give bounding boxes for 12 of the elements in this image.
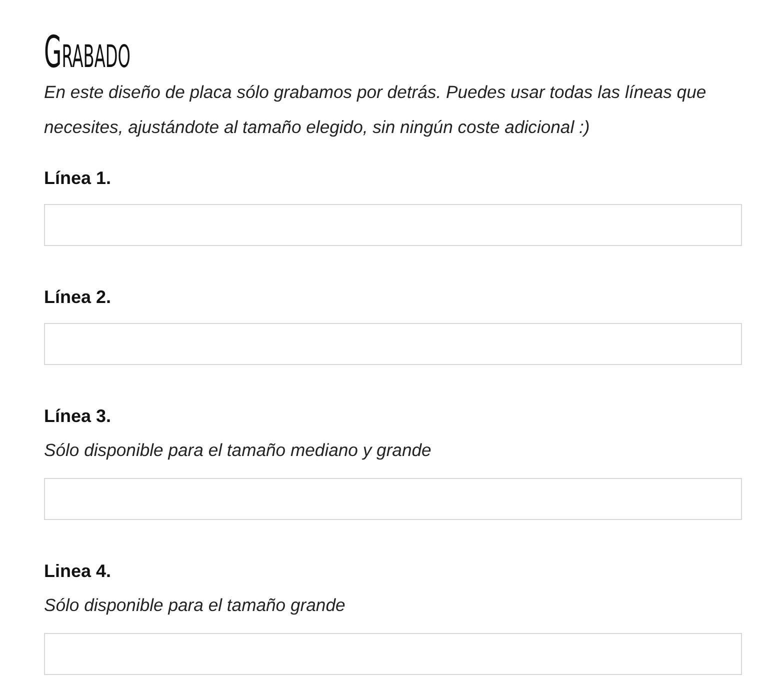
input-field[interactable] — [44, 633, 742, 675]
section-title: Grabado — [44, 30, 130, 75]
input-field[interactable] — [44, 204, 742, 246]
field-note: Sólo disponible para el tamaño grande — [44, 594, 346, 617]
input-field[interactable] — [44, 323, 742, 365]
field-label: Línea 3. — [44, 405, 112, 428]
input-field[interactable] — [44, 478, 742, 520]
field-label: Linea 4. — [44, 560, 112, 583]
field-note: Sólo disponible para el tamaño mediano y grande — [44, 439, 432, 462]
section-description: En este diseño de placa sólo grabamos por detrás. Puedes usar todas las líneas que necesites, ajustándote al tamaño elegido, sin ningún coste adicional :) — [44, 81, 708, 139]
field-label: Línea 2. — [44, 286, 112, 309]
field-label: Línea 1. — [44, 167, 112, 190]
